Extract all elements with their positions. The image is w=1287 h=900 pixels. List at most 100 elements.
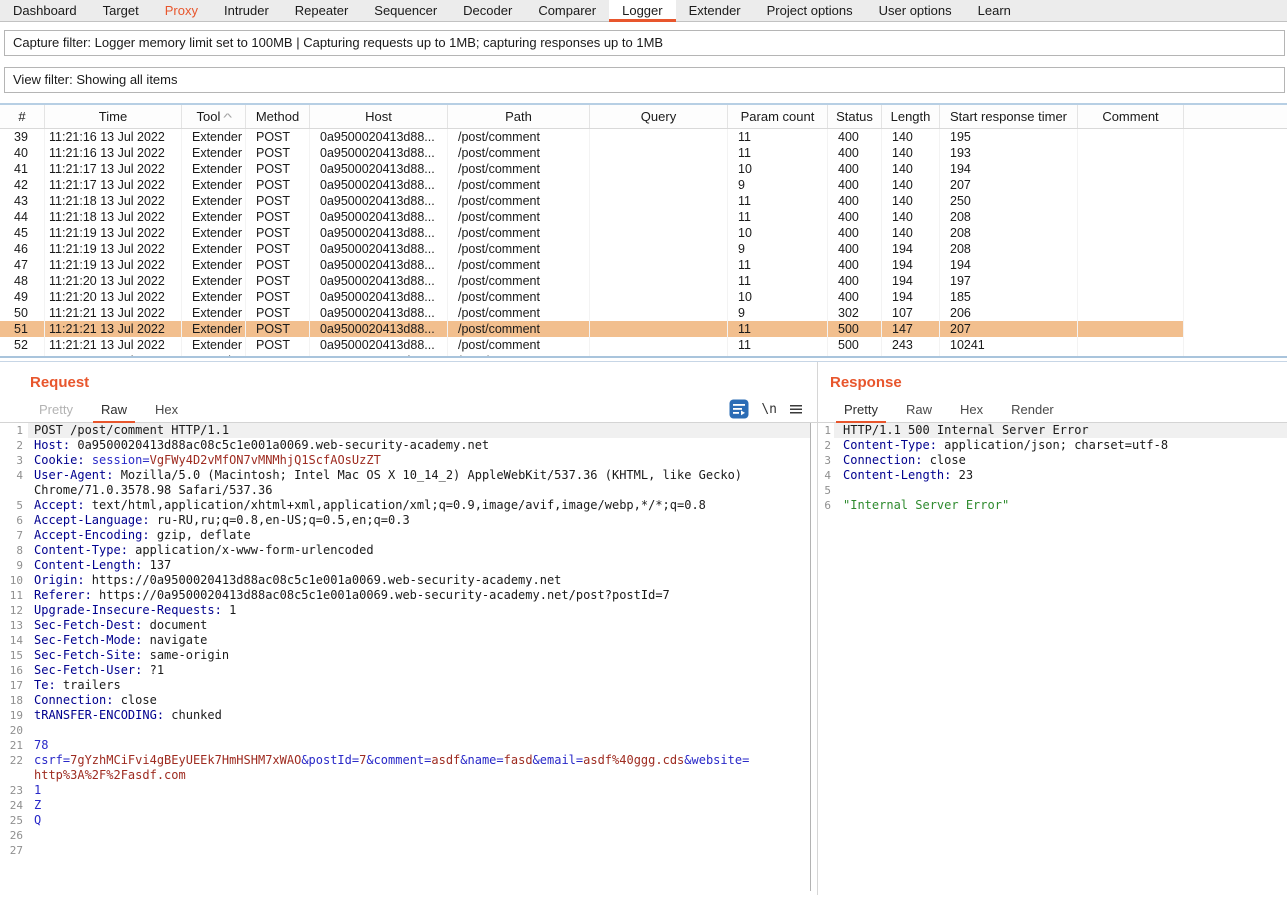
- table-row[interactable]: 4911:21:20 13 Jul 2022ExtenderPOST0a9500…: [0, 289, 1287, 305]
- cell-status: 400: [828, 129, 882, 145]
- request-line: 4User-Agent: Mozilla/5.0 (Macintosh; Int…: [0, 468, 810, 483]
- syntax-segment: application/x-www-form-urlencoded: [128, 543, 374, 557]
- column-header-status[interactable]: Status: [828, 105, 882, 128]
- table-row[interactable]: 4011:21:16 13 Jul 2022ExtenderPOST0a9500…: [0, 145, 1287, 161]
- top-tab-sequencer[interactable]: Sequencer: [361, 0, 450, 21]
- table-row[interactable]: 5311:21:22 13 Jul 2022ExtenderPOST0a9500…: [0, 353, 1287, 356]
- line-number: 11: [0, 588, 28, 603]
- cell-query: [590, 289, 728, 305]
- request-line: Chrome/71.0.3578.98 Safari/537.36: [0, 483, 810, 498]
- column-header--[interactable]: #: [0, 105, 45, 128]
- column-header-path[interactable]: Path: [448, 105, 590, 128]
- line-number: 16: [0, 663, 28, 678]
- cell-path: /post/comment: [448, 209, 590, 225]
- syntax-segment: same-origin: [142, 648, 229, 662]
- cell-path: /post/comment: [448, 257, 590, 273]
- cell-tool: Extender: [182, 289, 246, 305]
- table-row[interactable]: 4311:21:18 13 Jul 2022ExtenderPOST0a9500…: [0, 193, 1287, 209]
- request-editor-toolbar: \n: [729, 399, 803, 419]
- column-header-param-count[interactable]: Param count: [728, 105, 828, 128]
- table-row[interactable]: 4511:21:19 13 Jul 2022ExtenderPOST0a9500…: [0, 225, 1287, 241]
- syntax-segment: Connection:: [843, 453, 922, 467]
- syntax-segment: &email=: [533, 753, 584, 767]
- newline-toggle-icon[interactable]: \n: [761, 402, 777, 417]
- syntax-segment: Content-Length:: [843, 468, 951, 482]
- syntax-segment: Content-Type:: [34, 543, 128, 557]
- line-number: [0, 768, 28, 783]
- request-line: 2178: [0, 738, 810, 753]
- response-line: 4Content-Length: 23: [818, 468, 1287, 483]
- response-tab-render[interactable]: Render: [997, 398, 1068, 422]
- top-tab-dashboard[interactable]: Dashboard: [0, 0, 90, 21]
- cell-method: POST: [246, 257, 310, 273]
- response-line: 2Content-Type: application/json; charset…: [818, 438, 1287, 453]
- column-header-comment[interactable]: Comment: [1078, 105, 1184, 128]
- response-tab-pretty[interactable]: Pretty: [830, 398, 892, 422]
- view-filter-bar[interactable]: View filter: Showing all items: [4, 67, 1285, 93]
- cell-filler: [1184, 193, 1286, 209]
- table-row[interactable]: 5211:21:21 13 Jul 2022ExtenderPOST0a9500…: [0, 337, 1287, 353]
- capture-filter-bar[interactable]: Capture filter: Logger memory limit set …: [4, 30, 1285, 56]
- syntax-segment: Connection:: [34, 693, 113, 707]
- syntax-segment: "Internal Server Error": [843, 498, 1009, 512]
- top-tab-intruder[interactable]: Intruder: [211, 0, 282, 21]
- syntax-segment: chunked: [164, 708, 222, 722]
- cell-num: 50: [0, 305, 45, 321]
- response-tab-hex[interactable]: Hex: [946, 398, 997, 422]
- syntax-segment: navigate: [142, 633, 207, 647]
- response-tab-raw[interactable]: Raw: [892, 398, 946, 422]
- table-row[interactable]: 4411:21:18 13 Jul 2022ExtenderPOST0a9500…: [0, 209, 1287, 225]
- top-tab-decoder[interactable]: Decoder: [450, 0, 525, 21]
- syntax-segment: &comment=: [366, 753, 431, 767]
- top-tab-extender[interactable]: Extender: [676, 0, 754, 21]
- request-tab-raw[interactable]: Raw: [87, 398, 141, 422]
- cell-filler: [1184, 353, 1286, 356]
- column-header-start-response-timer[interactable]: Start response timer: [940, 105, 1078, 128]
- line-number: 5: [818, 483, 834, 498]
- line-number: 23: [0, 783, 28, 798]
- top-tab-repeater[interactable]: Repeater: [282, 0, 361, 21]
- cell-tool: Extender: [182, 177, 246, 193]
- request-line: 1POST /post/comment HTTP/1.1: [0, 423, 810, 438]
- top-tab-proxy[interactable]: Proxy: [152, 0, 211, 21]
- top-tab-learn[interactable]: Learn: [965, 0, 1024, 21]
- cell-host: 0a9500020413d88...: [310, 225, 448, 241]
- cell-length: 140: [882, 145, 940, 161]
- editor-menu-icon[interactable]: [789, 402, 803, 416]
- syntax-segment: 78: [34, 738, 48, 752]
- table-row[interactable]: 4611:21:19 13 Jul 2022ExtenderPOST0a9500…: [0, 241, 1287, 257]
- cell-num: 43: [0, 193, 45, 209]
- request-tab-hex[interactable]: Hex: [141, 398, 192, 422]
- column-header-host[interactable]: Host: [310, 105, 448, 128]
- response-editor[interactable]: 1HTTP/1.1 500 Internal Server Error2Cont…: [818, 423, 1287, 891]
- table-row[interactable]: 4811:21:20 13 Jul 2022ExtenderPOST0a9500…: [0, 273, 1287, 289]
- top-tab-logger[interactable]: Logger: [609, 0, 675, 21]
- cell-tool: Extender: [182, 129, 246, 145]
- request-editor[interactable]: 1POST /post/comment HTTP/1.12Host: 0a950…: [0, 423, 811, 891]
- cell-num: 48: [0, 273, 45, 289]
- table-row[interactable]: 5111:21:21 13 Jul 2022ExtenderPOST0a9500…: [0, 321, 1287, 337]
- column-header-time[interactable]: Time: [45, 105, 182, 128]
- column-header-length[interactable]: Length: [882, 105, 940, 128]
- request-line-content: csrf=7gYzhMCiFvi4gBEyUEEk7HmHSHM7xWAO&po…: [28, 753, 810, 768]
- column-header-query[interactable]: Query: [590, 105, 728, 128]
- top-tab-target[interactable]: Target: [90, 0, 152, 21]
- request-line-content: Accept: text/html,application/xhtml+xml,…: [28, 498, 810, 513]
- column-header-method[interactable]: Method: [246, 105, 310, 128]
- top-tab-user-options[interactable]: User options: [866, 0, 965, 21]
- cell-query: [590, 273, 728, 289]
- table-row[interactable]: 4711:21:19 13 Jul 2022ExtenderPOST0a9500…: [0, 257, 1287, 273]
- cell-status: 400: [828, 209, 882, 225]
- request-tab-pretty[interactable]: Pretty: [25, 398, 87, 422]
- table-row[interactable]: 5011:21:21 13 Jul 2022ExtenderPOST0a9500…: [0, 305, 1287, 321]
- table-row[interactable]: 4211:21:17 13 Jul 2022ExtenderPOST0a9500…: [0, 177, 1287, 193]
- top-tab-comparer[interactable]: Comparer: [525, 0, 609, 21]
- prettify-toggle-icon[interactable]: [729, 399, 749, 419]
- column-header-tool[interactable]: Tool^: [182, 105, 246, 128]
- top-tab-project-options[interactable]: Project options: [754, 0, 866, 21]
- cell-host: 0a9500020413d88...: [310, 145, 448, 161]
- table-row[interactable]: 4111:21:17 13 Jul 2022ExtenderPOST0a9500…: [0, 161, 1287, 177]
- table-row[interactable]: 3911:21:16 13 Jul 2022ExtenderPOST0a9500…: [0, 129, 1287, 145]
- request-line: 3Cookie: session=VgFWy4D2vMfON7vMNMhjQ1S…: [0, 453, 810, 468]
- cell-tool: Extender: [182, 353, 246, 356]
